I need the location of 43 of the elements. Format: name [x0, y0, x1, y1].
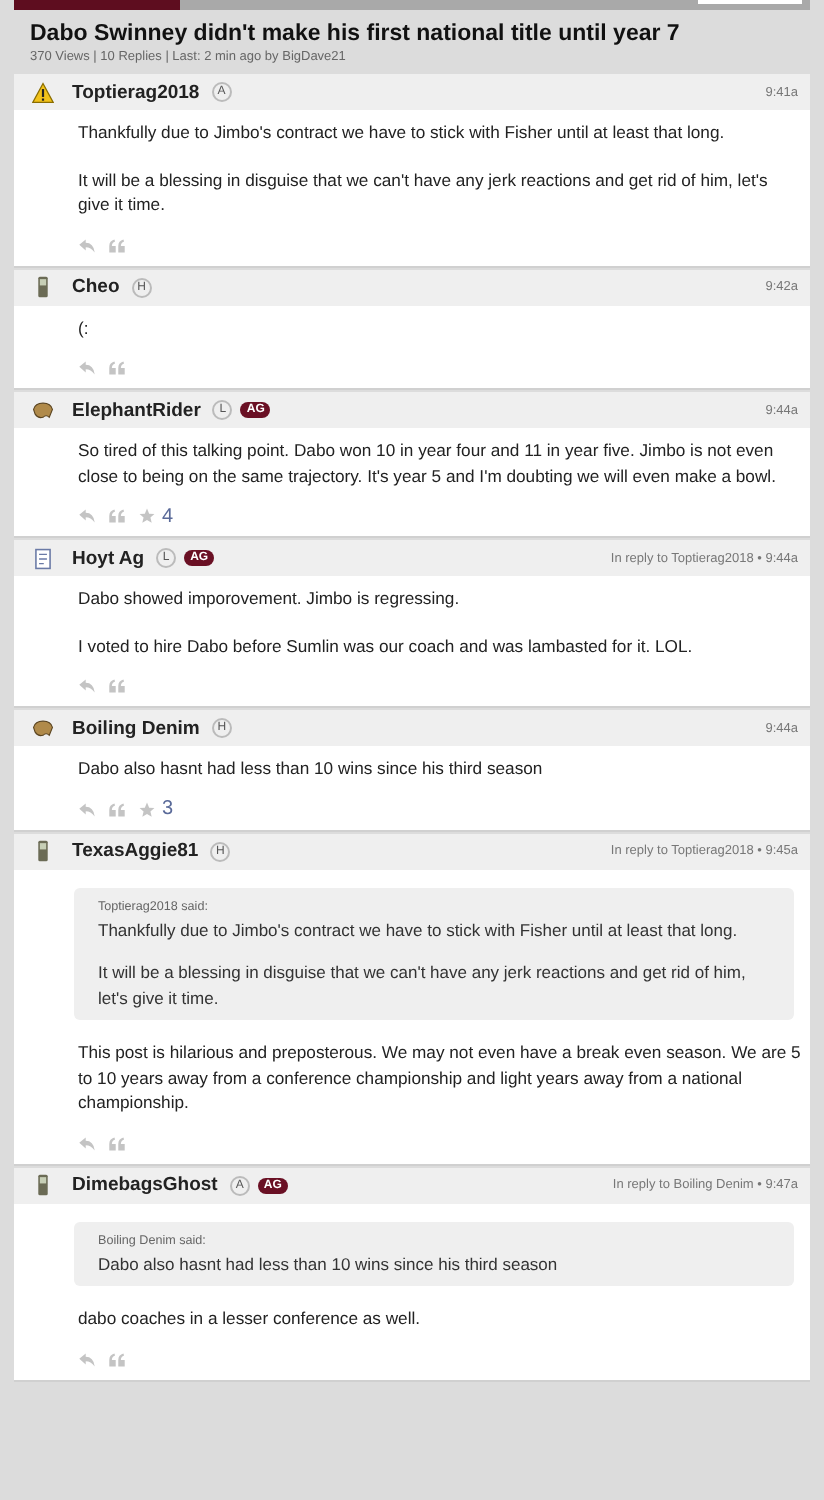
quote-icon[interactable]: [108, 360, 126, 376]
quote-icon[interactable]: [108, 508, 126, 524]
quote-text: It will be a blessing in disguise that we can't have any jerk reactions and get rid of him, let's give it time.: [98, 960, 748, 1010]
quote-text: Dabo also hasnt had less than 10 wins since his third season: [98, 1251, 560, 1276]
post-text: Thankfully due to Jimbo's contract we have to stick with Fisher until at least that long.: [78, 120, 727, 145]
phone-icon: [32, 1174, 54, 1196]
username[interactable]: Cheo: [72, 276, 120, 298]
username[interactable]: Boiling Denim: [72, 717, 200, 739]
username[interactable]: ElephantRider: [72, 399, 201, 421]
star-count: 4: [162, 505, 174, 527]
username[interactable]: DimebagsGhost: [72, 1174, 218, 1196]
post-text: So tired of this talking point. Dabo won 10 in year four and 11 in year five. Jimbo is not even close to being on the same trajectory. It's year 5 and I'm doubting we will even make a bowl.: [78, 438, 778, 488]
reply-icon[interactable]: [78, 1351, 96, 1367]
reply-icon[interactable]: [78, 508, 96, 524]
reply-icon[interactable]: [78, 678, 96, 694]
star-count: 3: [162, 798, 174, 820]
quote-icon[interactable]: [108, 237, 126, 253]
post-text: This post is hilarious and preposterous. We may not even have a break even season. We are 5 to 10 years away from a conference championship and light years away from a national championship.: [78, 1040, 802, 1115]
post-text: dabo coaches in a lesser conference as well.: [78, 1306, 423, 1331]
thread-title: Dabo Swinney didn't make his first national title until year 7: [30, 22, 682, 46]
post-text: Dabo showed imporovement. Jimbo is regressing.: [78, 586, 462, 611]
document-icon: [32, 547, 54, 569]
post-text: I voted to hire Dabo before Sumlin was our coach and was lambasted for it. LOL.: [78, 633, 695, 658]
username[interactable]: TexasAggie81: [72, 840, 199, 862]
quote-icon[interactable]: [108, 801, 126, 817]
star-icon[interactable]: [138, 801, 156, 817]
reply-icon[interactable]: [78, 237, 96, 253]
reply-icon[interactable]: [78, 1135, 96, 1151]
phone-icon: [32, 276, 54, 298]
post-text: (:: [78, 315, 91, 340]
quote-icon[interactable]: [108, 678, 126, 694]
reply-icon[interactable]: [78, 801, 96, 817]
phone-icon: [32, 840, 54, 862]
star-icon[interactable]: [138, 508, 156, 524]
username[interactable]: Toptierag2018: [72, 81, 200, 103]
post-text: It will be a blessing in disguise that we can't have any jerk reactions and get rid of him, let's give it time.: [78, 167, 770, 217]
post-text: Dabo also hasnt had less than 10 wins since his third season: [78, 756, 545, 781]
quote-icon[interactable]: [108, 1351, 126, 1367]
username[interactable]: Hoyt Ag: [72, 547, 145, 569]
warning-icon: [32, 81, 54, 103]
quote-icon[interactable]: [108, 1135, 126, 1151]
quote-text: Thankfully due to Jimbo's contract we have to stick with Fisher until at least that long.: [98, 917, 740, 942]
reply-icon[interactable]: [78, 360, 96, 376]
